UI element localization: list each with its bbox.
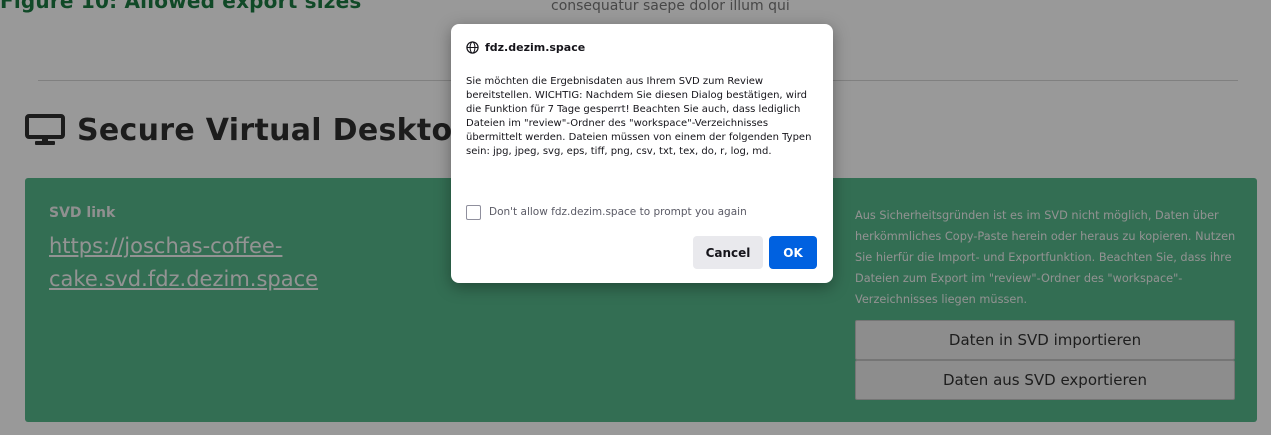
checkbox-label: Don't allow fdz.dezim.space to prompt yo… [489, 206, 747, 218]
globe-icon [466, 40, 479, 54]
cancel-button[interactable]: Cancel [693, 236, 763, 269]
checkbox-box[interactable] [466, 204, 481, 220]
dialog-message: Sie möchten die Ergebnisdaten aus Ihrem … [466, 76, 812, 157]
dialog-origin: fdz.dezim.space [466, 39, 585, 55]
ok-button[interactable]: OK [769, 236, 817, 269]
dialog-origin-text: fdz.dezim.space [485, 40, 586, 54]
confirm-dialog: fdz.dezim.space Sie möchten die Ergebnis… [451, 24, 833, 283]
dont-allow-checkbox[interactable]: Don't allow fdz.dezim.space to prompt yo… [466, 204, 747, 220]
